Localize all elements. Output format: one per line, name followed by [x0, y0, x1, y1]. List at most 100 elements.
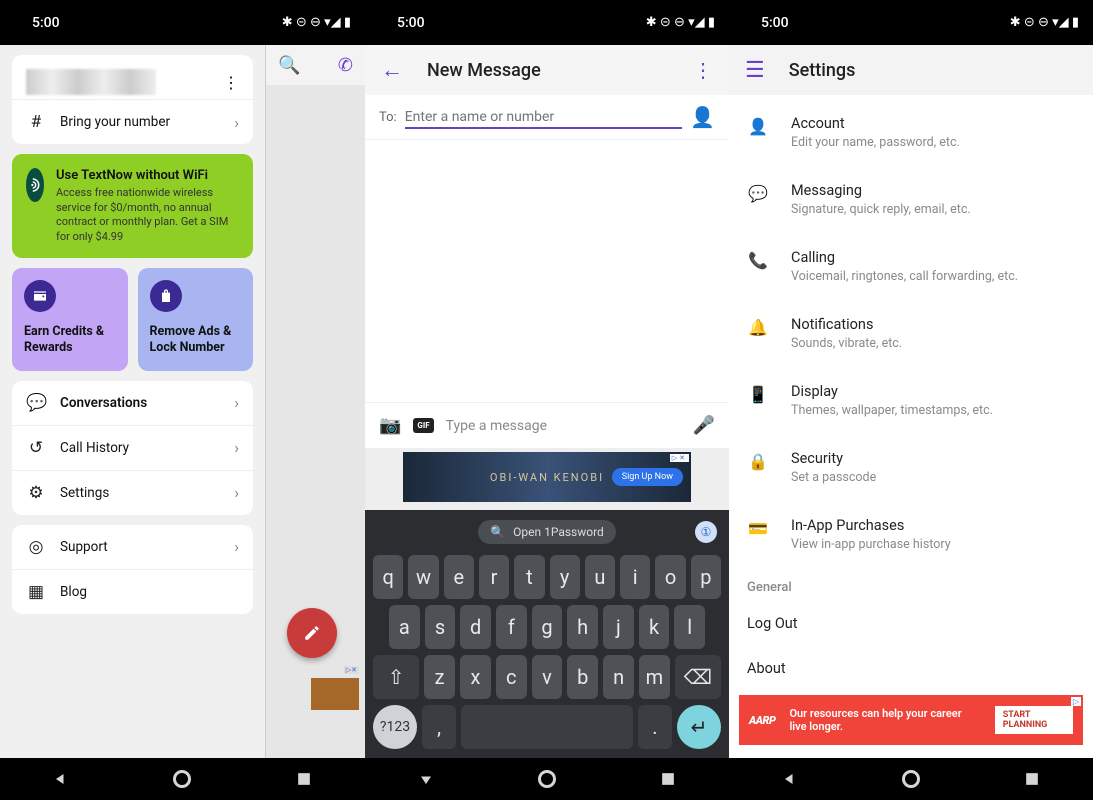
ad-marker-icon[interactable]: ▷: [1071, 697, 1081, 706]
bring-number-row[interactable]: # Bring your number ›: [12, 99, 253, 144]
key-u[interactable]: u: [585, 555, 615, 599]
key-s[interactable]: s: [425, 605, 456, 649]
compose-fab[interactable]: [287, 608, 337, 658]
nav-blog[interactable]: ▦ Blog: [12, 569, 253, 614]
symbols-key[interactable]: ?123: [373, 705, 417, 749]
key-o[interactable]: o: [655, 555, 685, 599]
earn-credits-label: Earn Credits & Rewards: [24, 324, 116, 357]
nav-history-label: Call History: [60, 440, 220, 456]
key-a[interactable]: a: [389, 605, 420, 649]
back-nav-down-icon[interactable]: [416, 769, 436, 789]
remove-ads-card[interactable]: Remove Ads & Lock Number: [138, 268, 254, 371]
soft-keyboard: 🔍 Open 1Password ① qwertyuiop asdfghjkl …: [365, 510, 729, 758]
key-d[interactable]: d: [460, 605, 491, 649]
banner-ad[interactable]: OBI-WAN KENOBI Sign Up Now ▷✕: [403, 452, 691, 502]
drawer-screen: 🔍 ✆ ▷✕ ⋮ # Bring your number ›: [0, 45, 365, 758]
overflow-menu-icon[interactable]: ⋮: [693, 58, 713, 82]
key-p[interactable]: p: [691, 555, 721, 599]
settings-item-security[interactable]: 🔒SecuritySet a passcode: [729, 434, 1093, 501]
settings-item-title: In-App Purchases: [791, 517, 951, 534]
ad-cta-button[interactable]: Sign Up Now: [612, 468, 683, 486]
key-j[interactable]: j: [603, 605, 634, 649]
aarp-banner-ad[interactable]: AARP Our resources can help your career …: [739, 695, 1083, 745]
key-f[interactable]: f: [496, 605, 527, 649]
home-nav-icon[interactable]: [173, 770, 191, 788]
key-x[interactable]: x: [460, 655, 491, 699]
password-suggestion[interactable]: 🔍 Open 1Password: [478, 520, 616, 544]
comma-key[interactable]: ,: [422, 705, 456, 749]
key-g[interactable]: g: [532, 605, 563, 649]
gif-icon[interactable]: GIF: [413, 418, 433, 433]
lock-icon: 🔒: [747, 452, 769, 471]
profile-card: ⋮ # Bring your number ›: [12, 55, 253, 144]
key-i[interactable]: i: [620, 555, 650, 599]
ad-marker-icon[interactable]: ▷✕: [670, 454, 689, 462]
about-row[interactable]: About: [729, 646, 1093, 691]
hamburger-menu-icon[interactable]: ☰: [745, 58, 765, 83]
backspace-key[interactable]: ⌫: [675, 655, 721, 699]
logout-row[interactable]: Log Out: [729, 601, 1093, 646]
nav-support[interactable]: ◎ Support ›: [12, 525, 253, 569]
recent-nav-icon[interactable]: [658, 769, 678, 789]
key-k[interactable]: k: [639, 605, 670, 649]
sim-promo-card[interactable]: Use TextNow without WiFi Access free nat…: [12, 154, 253, 258]
wifi-signal-icon: [26, 168, 44, 202]
recipient-input[interactable]: [405, 109, 682, 125]
earn-credits-card[interactable]: Earn Credits & Rewards: [12, 268, 128, 371]
space-key[interactable]: [461, 705, 632, 749]
settings-item-subtitle: Edit your name, password, etc.: [791, 135, 960, 150]
key-y[interactable]: y: [550, 555, 580, 599]
microphone-icon[interactable]: 🎤: [693, 415, 715, 436]
key-e[interactable]: e: [444, 555, 474, 599]
recent-nav-icon[interactable]: [294, 769, 314, 789]
android-nav-bar: [729, 758, 1093, 800]
key-r[interactable]: r: [479, 555, 509, 599]
small-ad[interactable]: ▷✕: [311, 678, 359, 710]
new-message-screen: ← New Message ⋮ To: 👤 📷 GIF Type a messa…: [365, 45, 729, 758]
key-t[interactable]: t: [514, 555, 544, 599]
settings-item-in-app-purchases[interactable]: 💳In-App PurchasesView in-app purchase hi…: [729, 501, 1093, 568]
key-b[interactable]: b: [567, 655, 598, 699]
settings-item-messaging[interactable]: 💬MessagingSignature, quick reply, email,…: [729, 166, 1093, 233]
key-w[interactable]: w: [408, 555, 438, 599]
nav-conversations[interactable]: 💬 Conversations ›: [12, 381, 253, 425]
home-nav-icon[interactable]: [538, 770, 556, 788]
app-bar: ☰ Settings: [729, 45, 1093, 95]
search-small-icon: 🔍: [490, 525, 505, 539]
key-c[interactable]: c: [496, 655, 527, 699]
key-z[interactable]: z: [424, 655, 455, 699]
camera-icon[interactable]: 📷: [379, 415, 401, 436]
compose-bar: 📷 GIF Type a message 🎤: [365, 402, 729, 448]
compose-input[interactable]: Type a message: [446, 418, 681, 434]
conversation-icon: 💬: [26, 393, 46, 413]
back-arrow-icon[interactable]: ←: [381, 57, 403, 83]
ad-cta-button[interactable]: START PLANNING: [995, 706, 1073, 734]
recent-nav-icon[interactable]: [1022, 769, 1042, 789]
ad-brand: AARP: [749, 714, 775, 727]
shift-key[interactable]: ⇧: [373, 655, 419, 699]
settings-item-notifications[interactable]: 🔔NotificationsSounds, vibrate, etc.: [729, 300, 1093, 367]
dialer-icon[interactable]: ✆: [338, 55, 353, 76]
key-l[interactable]: l: [674, 605, 705, 649]
enter-key[interactable]: ↵: [677, 705, 721, 749]
key-m[interactable]: m: [639, 655, 670, 699]
key-n[interactable]: n: [603, 655, 634, 699]
key-h[interactable]: h: [567, 605, 598, 649]
settings-item-display[interactable]: 📱DisplayThemes, wallpaper, timestamps, e…: [729, 367, 1093, 434]
period-key[interactable]: .: [638, 705, 672, 749]
settings-item-subtitle: View in-app purchase history: [791, 537, 951, 552]
back-nav-icon[interactable]: [51, 769, 71, 789]
home-nav-icon[interactable]: [902, 770, 920, 788]
overflow-menu-icon[interactable]: ⋮: [223, 73, 239, 92]
nav-settings[interactable]: ⚙ Settings ›: [12, 470, 253, 515]
settings-item-calling[interactable]: 📞CallingVoicemail, ringtones, call forwa…: [729, 233, 1093, 300]
key-q[interactable]: q: [373, 555, 403, 599]
wallet-icon: [24, 280, 56, 312]
search-icon[interactable]: 🔍: [278, 55, 300, 76]
contact-icon[interactable]: 👤: [690, 105, 715, 129]
onepassword-icon[interactable]: ①: [695, 521, 717, 543]
key-v[interactable]: v: [532, 655, 563, 699]
back-nav-icon[interactable]: [780, 769, 800, 789]
settings-item-account[interactable]: 👤AccountEdit your name, password, etc.: [729, 99, 1093, 166]
nav-call-history[interactable]: ↺ Call History ›: [12, 425, 253, 470]
